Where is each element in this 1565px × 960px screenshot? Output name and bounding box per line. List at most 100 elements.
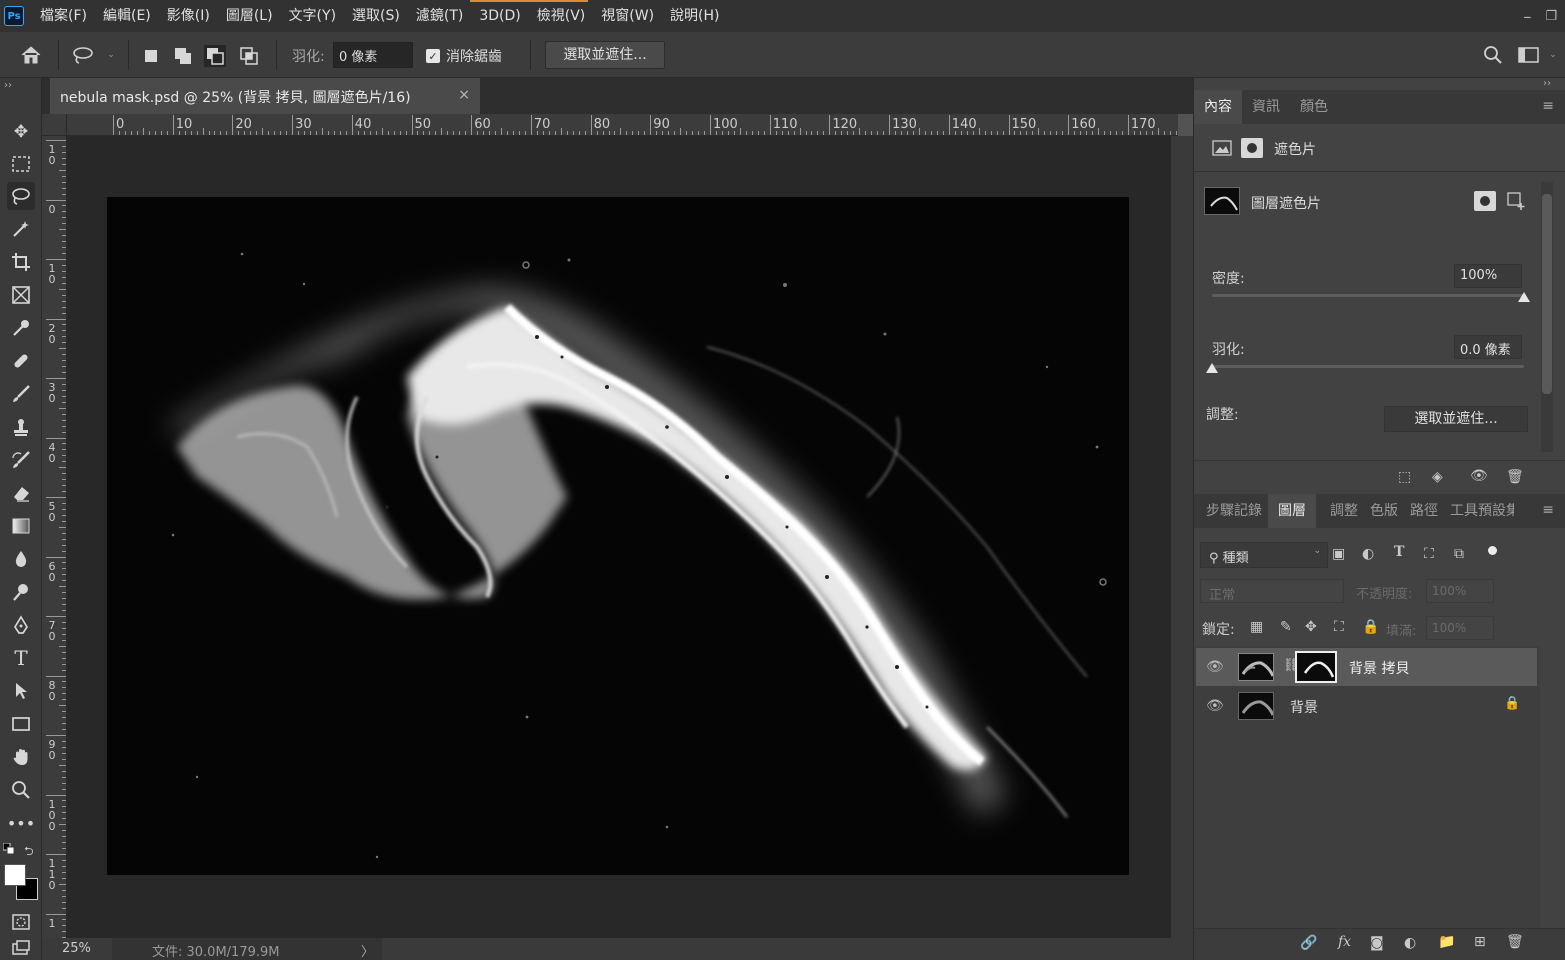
move-tool-icon[interactable]: ✥: [7, 118, 35, 146]
hand-tool-icon[interactable]: [7, 743, 35, 771]
menu-layer[interactable]: 圖層(L): [218, 0, 281, 32]
filter-toggle-icon[interactable]: [1488, 546, 1497, 555]
search-icon[interactable]: [1480, 42, 1506, 68]
fill-input[interactable]: 100%: [1426, 616, 1494, 640]
load-selection-icon[interactable]: ⬚: [1398, 469, 1411, 485]
density-slider-thumb[interactable]: [1518, 292, 1530, 302]
antialias-checkbox[interactable]: ✓ 消除鋸齒: [426, 46, 502, 66]
opacity-input[interactable]: 100%: [1426, 579, 1494, 603]
layer-mask-icon[interactable]: [1241, 138, 1263, 158]
menu-file[interactable]: 檔案(F): [32, 0, 95, 32]
delete-layer-icon[interactable]: 🗑: [1506, 934, 1524, 950]
lock-transparency-icon[interactable]: ▦: [1250, 619, 1263, 635]
pen-tool-icon[interactable]: [7, 611, 35, 639]
filter-smart-object-icon[interactable]: ⧉: [1454, 546, 1464, 562]
history-brush-icon[interactable]: [7, 446, 35, 474]
pixel-mask-icon[interactable]: [1212, 140, 1232, 160]
apply-mask-icon[interactable]: [1474, 191, 1496, 211]
menu-select[interactable]: 選取(S): [344, 0, 408, 32]
brush-tool-icon[interactable]: [7, 380, 35, 408]
type-tool-icon[interactable]: T: [7, 644, 35, 672]
dodge-tool-icon[interactable]: [7, 578, 35, 606]
lock-all-icon[interactable]: 🔒: [1362, 619, 1379, 635]
chevron-right-icon[interactable]: 〉: [361, 941, 374, 960]
feather-value-panel[interactable]: 0.0 像素: [1454, 335, 1522, 359]
new-group-icon[interactable]: 📁: [1438, 934, 1455, 950]
eye-icon[interactable]: 👁: [1206, 698, 1224, 714]
menu-view[interactable]: 檢視(V): [529, 0, 594, 32]
lock-position-icon[interactable]: ✥: [1305, 619, 1317, 635]
layer-mask-thumbnail[interactable]: [1295, 651, 1337, 683]
layer-row[interactable]: 👁 背景 🔒: [1196, 687, 1537, 725]
checkmark-icon[interactable]: ✓: [426, 49, 440, 63]
tab-properties[interactable]: 內容: [1194, 90, 1242, 124]
document-vertical-scrollbar[interactable]: [1171, 136, 1193, 938]
nebula-mask-image[interactable]: [107, 197, 1129, 875]
eyedropper-icon[interactable]: [7, 314, 35, 342]
link-layers-icon[interactable]: 🔗: [1300, 935, 1317, 951]
subtract-from-selection-icon[interactable]: [204, 45, 226, 67]
filter-adjustment-icon[interactable]: ◐: [1362, 546, 1374, 562]
menu-3d[interactable]: 3D(D): [471, 0, 528, 32]
layer-filter-select[interactable]: ⚲ 種類 ⌄: [1200, 542, 1328, 568]
panel-menu-icon[interactable]: ≡: [1542, 98, 1554, 114]
chevron-down-icon[interactable]: ⌄: [1546, 42, 1560, 68]
trash-icon[interactable]: 🗑: [1506, 469, 1524, 485]
tab-color[interactable]: 顏色: [1290, 90, 1338, 124]
refine-select-mask-button[interactable]: 選取並遮住...: [1384, 406, 1528, 432]
menu-help[interactable]: 說明(H): [662, 0, 727, 32]
lasso-tool-preset-icon[interactable]: [70, 42, 96, 68]
foreground-color-swatch[interactable]: [4, 864, 26, 886]
screen-mode-icon[interactable]: [7, 938, 35, 958]
menu-image[interactable]: 影像(I): [159, 0, 218, 32]
more-tools-icon[interactable]: •••: [7, 809, 35, 837]
quick-mask-icon[interactable]: [7, 908, 35, 936]
default-colors-icon[interactable]: [2, 842, 15, 855]
apply-mask-footer-icon[interactable]: ◈: [1432, 469, 1443, 485]
eye-icon[interactable]: 👁: [1206, 659, 1224, 675]
new-selection-icon[interactable]: [140, 45, 162, 67]
properties-scrollbar[interactable]: [1541, 182, 1553, 452]
frame-tool-icon[interactable]: [7, 281, 35, 309]
document-size-info[interactable]: 文件: 30.0M/179.9M 〉: [112, 938, 382, 960]
vertical-ruler[interactable]: 1001020304050607080901001101: [42, 136, 67, 938]
layer-name[interactable]: 背景 拷貝: [1349, 658, 1409, 678]
zoom-tool-icon[interactable]: [7, 776, 35, 804]
panel-menu-icon[interactable]: ≡: [1542, 502, 1554, 518]
filter-shape-icon[interactable]: ⛶: [1424, 546, 1434, 562]
filter-pixel-icon[interactable]: ▣: [1332, 546, 1345, 562]
lock-pixels-icon[interactable]: ✎: [1280, 619, 1292, 635]
eraser-icon[interactable]: [7, 479, 35, 507]
feather-input[interactable]: 0 像素: [333, 42, 413, 68]
collapse-icon[interactable]: ››: [1543, 78, 1551, 89]
zoom-level[interactable]: 25%: [62, 941, 91, 956]
workspace-icon[interactable]: [1516, 42, 1542, 68]
intersect-selection-icon[interactable]: [238, 45, 260, 67]
path-selection-icon[interactable]: [7, 677, 35, 705]
horizontal-ruler[interactable]: 0 10 20 30 40 50 60 70 80 90 100 110 120 130 140 150 160…: [67, 114, 1178, 136]
rectangle-tool-icon[interactable]: [7, 710, 35, 738]
filter-type-icon[interactable]: T: [1394, 544, 1404, 560]
tab-tool-presets[interactable]: 工具預設集: [1444, 494, 1514, 528]
new-adjustment-icon[interactable]: ◐: [1404, 935, 1416, 951]
marquee-tool-icon[interactable]: [7, 150, 35, 178]
feather-slider-track[interactable]: [1212, 365, 1524, 368]
eye-icon[interactable]: 👁: [1470, 468, 1488, 484]
layer-row[interactable]: 👁 ⛓ 背景 拷貝: [1196, 648, 1537, 686]
close-tab-icon[interactable]: ×: [458, 87, 470, 103]
menu-edit[interactable]: 編輯(E): [95, 0, 159, 32]
crop-tool-icon[interactable]: [7, 248, 35, 276]
minimize-icon[interactable]: –: [1523, 7, 1531, 26]
menu-filter[interactable]: 濾鏡(T): [408, 0, 471, 32]
gradient-tool-icon[interactable]: [7, 512, 35, 540]
lasso-tool-icon[interactable]: [7, 182, 35, 210]
document-tab[interactable]: nebula mask.psd @ 25% (背景 拷貝, 圖層遮色片/16) …: [50, 78, 480, 114]
add-vector-mask-icon[interactable]: [1506, 191, 1526, 215]
new-layer-icon[interactable]: ⊞: [1474, 934, 1486, 950]
tab-paths[interactable]: 路徑: [1404, 494, 1444, 528]
chevron-down-icon[interactable]: ⌄: [98, 42, 124, 68]
add-mask-icon[interactable]: ◙: [1370, 935, 1384, 951]
home-icon[interactable]: [18, 42, 44, 68]
tab-channels[interactable]: 色版: [1364, 494, 1404, 528]
menu-type[interactable]: 文字(Y): [281, 0, 344, 32]
